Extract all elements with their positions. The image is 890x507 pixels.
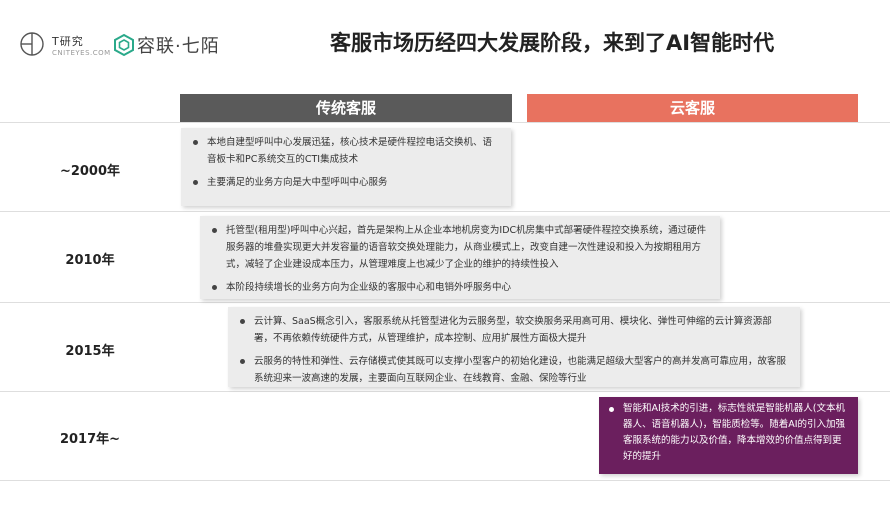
row-divider <box>0 211 890 212</box>
year-label: 2017年~ <box>59 432 121 447</box>
column-header-cloud: 云客服 <box>527 94 858 122</box>
page-title: 客服市场历经四大发展阶段，来到了AI智能时代 <box>330 31 775 55</box>
t-research-logo-text: T研究 <box>52 35 84 48</box>
row-divider <box>0 302 890 303</box>
bullet-item: 本地自建型呼叫中心发展迅猛，核心技术是硬件程控电话交换机、语音板卡和PC系统交互… <box>193 134 501 168</box>
column-header-traditional: 传统客服 <box>180 94 512 122</box>
ai-stage-box: 智能和AI技术的引进，标志性就是智能机器人(文本机器人、语音机器人)，智能质检等… <box>599 397 858 474</box>
stage-box: 云计算、SaaS概念引入，客服系统从托管型进化为云服务型，软交换服务采用高可用、… <box>228 307 800 387</box>
bullet-item: 云计算、SaaS概念引入，客服系统从托管型进化为云服务型，软交换服务采用高可用、… <box>240 313 790 347</box>
bullet-item: 托管型(租用型)呼叫中心兴起，首先是架构上从企业本地机房变为IDC机房集中式部署… <box>212 222 710 273</box>
stage-box: 托管型(租用型)呼叫中心兴起，首先是架构上从企业本地机房变为IDC机房集中式部署… <box>200 216 720 299</box>
ronglian-logo-icon <box>114 33 134 57</box>
year-label: ~2000年 <box>59 164 121 179</box>
bullet-item: 本阶段持续增长的业务方向为企业级的客服中心和电销外呼服务中心 <box>212 279 710 296</box>
row-divider <box>0 122 890 123</box>
row-divider <box>0 480 890 481</box>
year-label: 2010年 <box>65 253 115 268</box>
ronglian-logo-text: 容联·七陌 <box>137 36 220 57</box>
t-research-logo-subtext: CNITEYES.COM <box>52 49 111 57</box>
bullet-item: 智能和AI技术的引进，标志性就是智能机器人(文本机器人、语音机器人)，智能质检等… <box>609 401 850 465</box>
year-label: 2015年 <box>65 344 115 359</box>
stage-box: 本地自建型呼叫中心发展迅猛，核心技术是硬件程控电话交换机、语音板卡和PC系统交互… <box>181 128 511 206</box>
bullet-item: 云服务的特性和弹性、云存储模式使其既可以支撑小型客户的初始化建设，也能满足超级大… <box>240 353 790 387</box>
bullet-item: 主要满足的业务方向是大中型呼叫中心服务 <box>193 174 501 191</box>
row-divider <box>0 391 890 392</box>
